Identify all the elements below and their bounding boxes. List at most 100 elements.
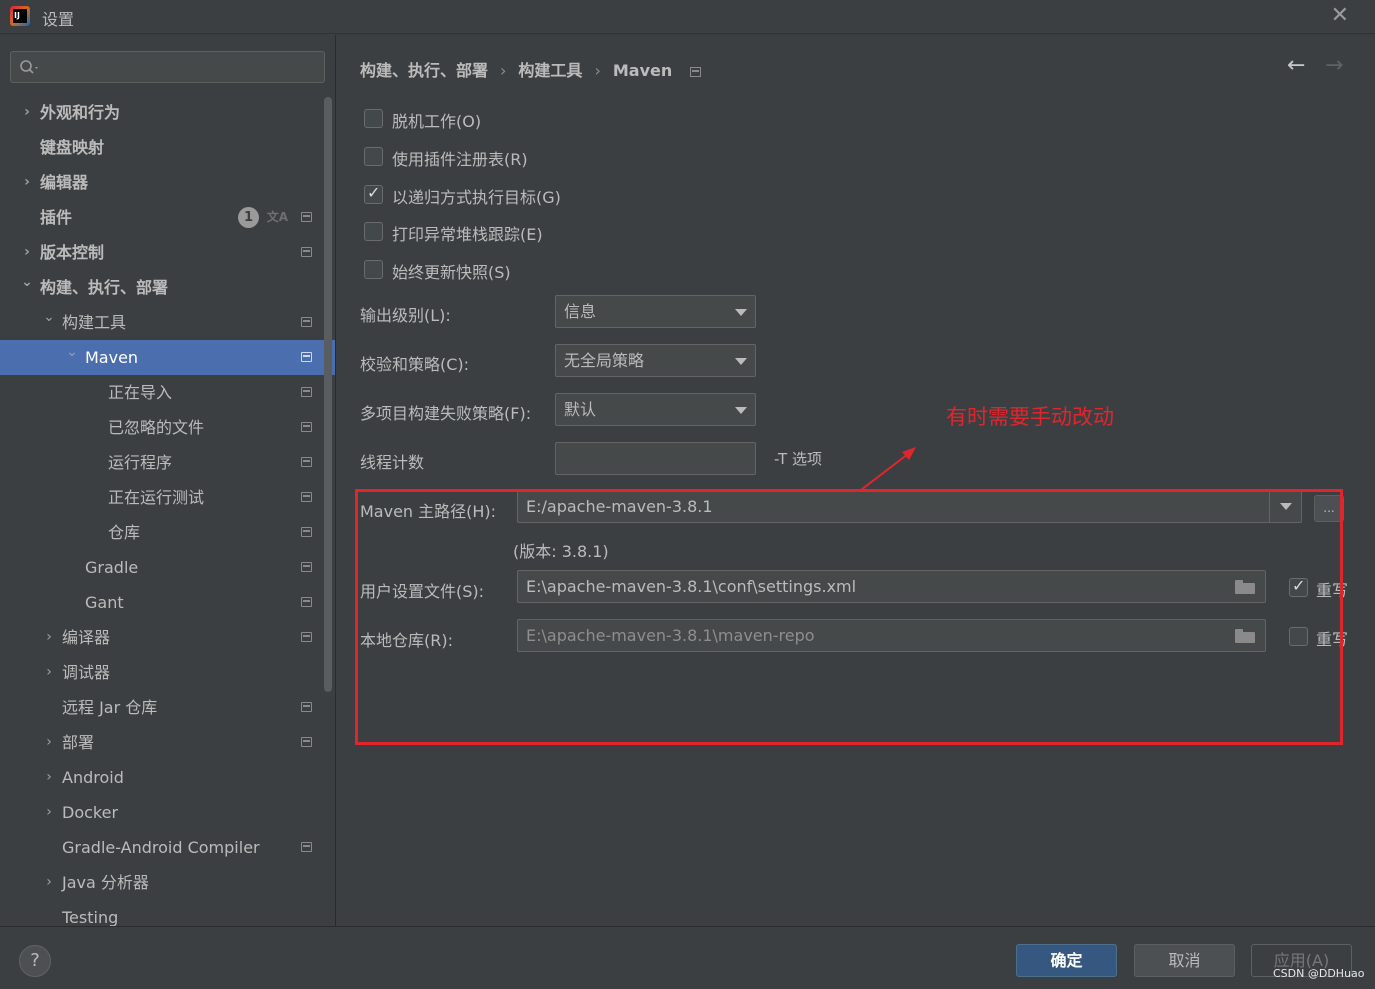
sidebar-item-label: Gradle-Android Compiler [62,838,260,857]
chevron-right-icon[interactable]: › [42,865,56,900]
sidebar-item[interactable]: ⌄ 构建工具 [0,305,335,340]
sidebar-item-label: Gradle [85,558,139,577]
project-scope-icon [301,632,312,642]
chevron-down-icon[interactable]: ⌄ [65,335,79,370]
output-level-select[interactable]: 信息 [555,295,756,328]
sidebar-item-label: 插件 [40,208,73,227]
sidebar-item[interactable]: Gradle-Android Compiler [0,830,335,865]
sidebar-item[interactable]: 插件 1 文A [0,200,335,235]
title-bar: IJ 设置 ✕ [0,0,1375,34]
project-scope-icon [301,702,312,712]
forward-arrow-icon[interactable]: → [1325,53,1343,78]
sidebar-item[interactable]: Gant [0,585,335,620]
sidebar-item[interactable]: › Android [0,760,335,795]
chevron-right-icon[interactable]: › [20,165,34,200]
sidebar-item[interactable]: 键盘映射 [0,130,335,165]
back-arrow-icon[interactable]: ← [1287,53,1305,78]
chevron-down-icon[interactable]: ⌄ [20,265,34,300]
sidebar-item[interactable]: › Java 分析器 [0,865,335,900]
project-scope-icon [301,597,312,607]
sidebar-item-label: Java 分析器 [62,873,149,892]
breadcrumb-item: Maven [612,61,673,80]
project-scope-icon [301,492,312,502]
project-scope-icon [301,212,312,222]
maven-settings-panel: 构建、执行、部署 › 构建工具 › Maven ← → 脱机工作(O) 使用插件注册表(… [337,35,1375,926]
chevron-right-icon[interactable]: › [42,760,56,795]
thread-count-label: 线程计数 [360,453,425,472]
sidebar-item[interactable]: › 版本控制 [0,235,335,270]
sidebar-item[interactable]: 已忽略的文件 [0,410,335,445]
project-scope-icon [301,527,312,537]
sidebar-item[interactable]: › 编译器 [0,620,335,655]
sidebar-item[interactable]: 运行程序 [0,445,335,480]
breadcrumb: 构建、执行、部署 › 构建工具 › Maven [360,57,702,81]
sidebar-item[interactable]: 远程 Jar 仓库 [0,690,335,725]
intellij-logo-icon: IJ [10,6,30,26]
sidebar-item[interactable]: 正在运行测试 [0,480,335,515]
window-title: 设置 [42,10,75,29]
print-stacktrace-checkbox[interactable] [364,222,383,241]
search-icon [20,60,38,74]
sidebar-item-label: 正在运行测试 [108,488,205,507]
sidebar-item-label: 外观和行为 [40,103,121,122]
breadcrumb-separator-icon: › [500,61,507,80]
sidebar-item[interactable]: Testing [0,900,335,926]
sidebar-scrollbar[interactable] [324,97,332,692]
ok-button[interactable]: 确定 [1016,944,1117,977]
cancel-button[interactable]: 取消 [1134,944,1235,977]
always-update-label: 始终更新快照(S) [392,263,511,282]
dropdown-arrow-icon [735,309,747,316]
recursive-checkbox[interactable] [364,183,383,204]
search-input[interactable] [10,51,325,83]
project-scope-icon [301,317,312,327]
sidebar-item-label: 正在导入 [108,383,173,402]
sidebar-item[interactable]: ⌄ Maven [0,340,335,375]
chevron-right-icon[interactable]: › [42,620,56,655]
sidebar-item-label: 键盘映射 [40,138,105,157]
chevron-right-icon[interactable]: › [20,95,34,130]
plugin-registry-checkbox[interactable] [364,147,383,166]
dropdown-arrow-icon [735,407,747,414]
project-scope-icon [301,387,312,397]
translate-icon: 文A [266,210,288,224]
sidebar-item-label: 远程 Jar 仓库 [62,698,158,717]
multiproject-fail-value: 默认 [564,400,597,419]
sidebar-item[interactable]: Gradle [0,550,335,585]
chevron-right-icon[interactable]: › [42,725,56,760]
always-update-checkbox[interactable] [364,260,383,279]
sidebar-item-label: 版本控制 [40,243,105,262]
annotation-note: 有时需要手动改动 [946,405,1114,429]
sidebar-item[interactable]: › Docker [0,795,335,830]
sidebar-item[interactable]: › 编辑器 [0,165,335,200]
multiproject-fail-select[interactable]: 默认 [555,393,756,426]
work-offline-label: 脱机工作(O) [392,112,482,131]
breadcrumb-item: 构建工具 [518,61,583,80]
checksum-policy-select[interactable]: 无全局策略 [555,344,756,377]
sidebar-item-label: Docker [62,803,119,822]
thread-count-input[interactable] [555,442,756,475]
sidebar-item[interactable]: 正在导入 [0,375,335,410]
work-offline-checkbox[interactable] [364,109,383,128]
breadcrumb-item: 构建、执行、部署 [360,61,489,80]
sidebar-item[interactable]: › 调试器 [0,655,335,690]
close-icon[interactable]: ✕ [1331,3,1349,28]
sidebar-item-label: 编译器 [62,628,111,647]
project-scope-icon [301,352,312,362]
project-scope-icon [301,247,312,257]
settings-tree: › 外观和行为 键盘映射 › 编辑器 插件 1 文A › 版本控制 ⌄ 构建、执行、部署 ⌄ 构建工具 ⌄ M… [0,95,335,926]
update-count-badge: 1 [238,207,259,228]
chevron-right-icon[interactable]: › [42,795,56,830]
help-button[interactable]: ? [19,945,51,977]
sidebar-item[interactable]: › 外观和行为 [0,95,335,130]
sidebar-item-label: 仓库 [108,523,141,542]
project-scope-icon [301,422,312,432]
sidebar-item[interactable]: 仓库 [0,515,335,550]
chevron-down-icon[interactable]: ⌄ [42,300,56,335]
output-level-label: 输出级别(L): [360,306,451,325]
sidebar-item-label: 调试器 [62,663,111,682]
sidebar-item-label: Gant [85,593,124,612]
checksum-policy-value: 无全局策略 [564,351,645,370]
thread-count-hint: -T 选项 [774,450,822,468]
chevron-right-icon[interactable]: › [42,655,56,690]
sidebar-item[interactable]: › 部署 [0,725,335,760]
